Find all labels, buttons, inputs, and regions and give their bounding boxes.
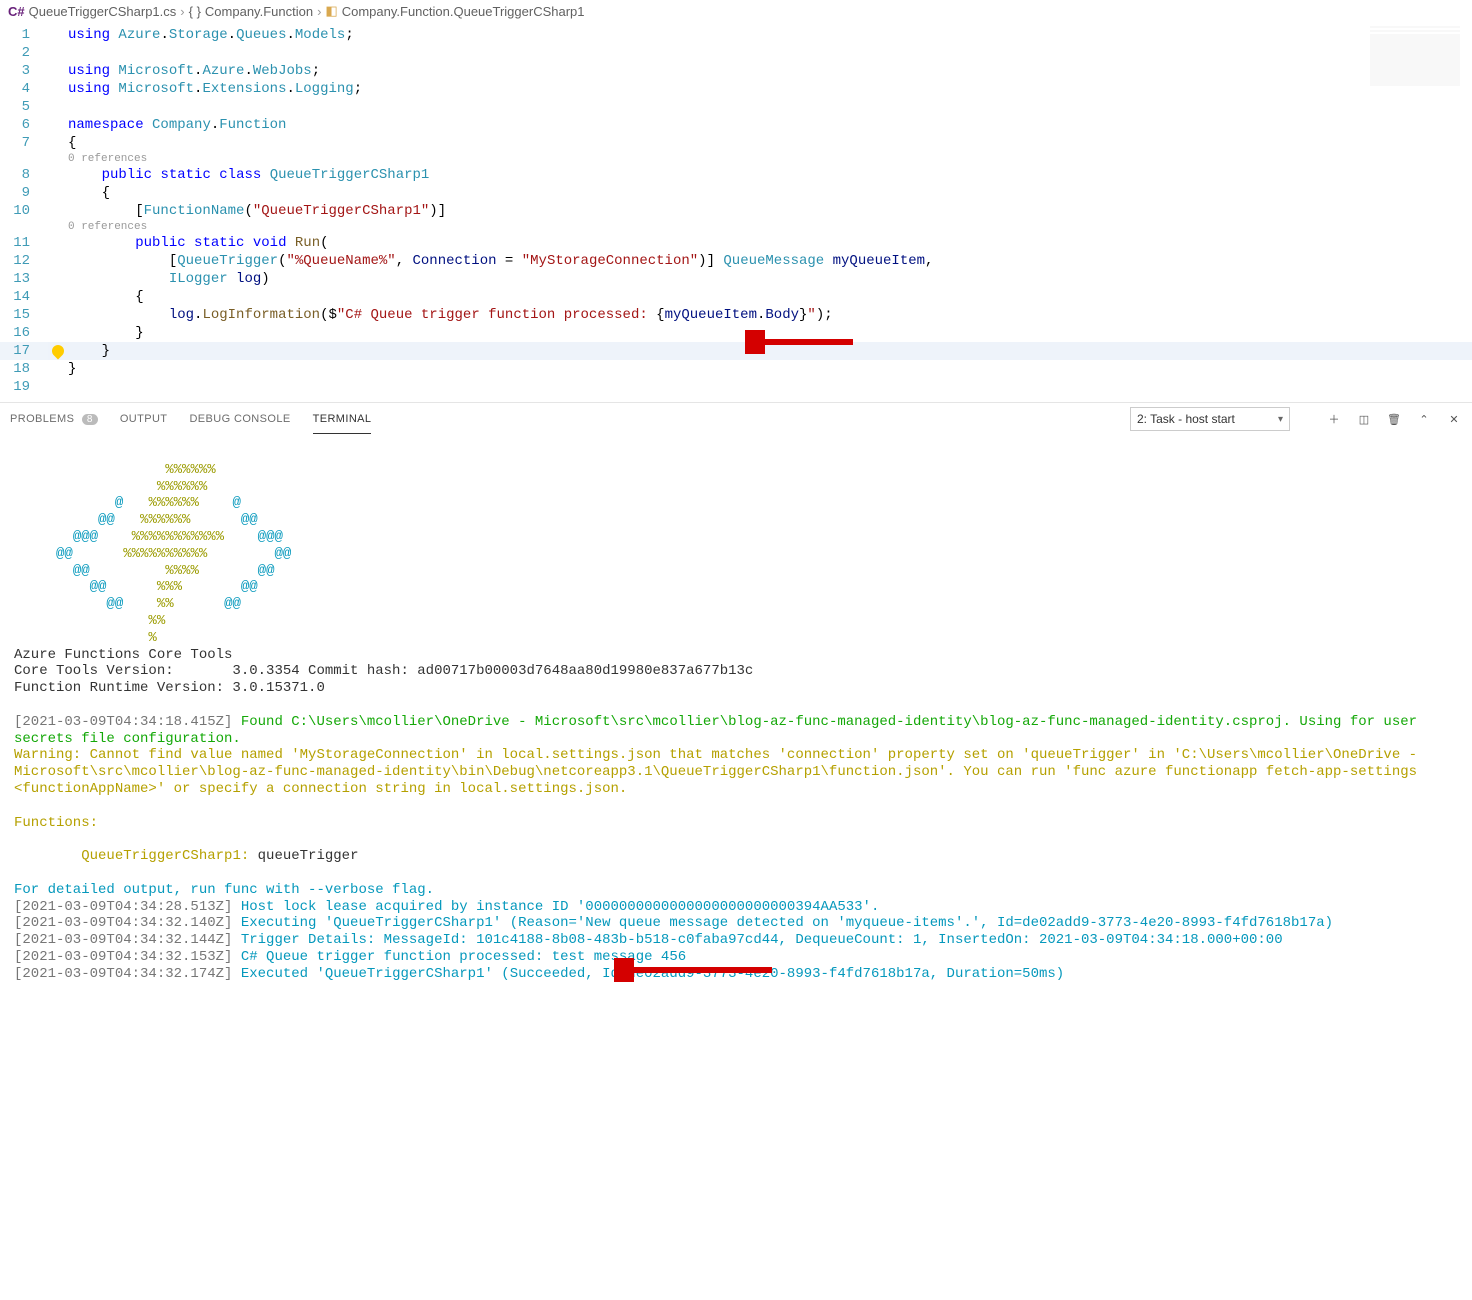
ascii-logo: %%%%%% %%%%%% @ %%%%%% @ @@ %%%%%% @@ @@… (14, 445, 1458, 647)
breadcrumb-namespace[interactable]: { } Company.Function (189, 4, 313, 19)
tab-terminal[interactable]: TERMINAL (313, 405, 372, 434)
code-line[interactable]: { (68, 134, 1472, 152)
chevron-right-icon: › (180, 4, 184, 19)
chevron-down-icon: ▾ (1278, 414, 1283, 425)
panel-tab-bar: PROBLEMS 8 OUTPUT DEBUG CONSOLE TERMINAL… (0, 402, 1472, 435)
class-icon: ◧ (325, 3, 337, 19)
code-line[interactable]: [QueueTrigger("%QueueName%", Connection … (68, 252, 1472, 270)
maximize-panel-icon[interactable]: ⌃ (1416, 411, 1432, 427)
code-line[interactable]: } (68, 342, 1472, 360)
glyph-margin (48, 22, 68, 402)
kill-terminal-icon[interactable]: 🗑 (1386, 411, 1402, 427)
breadcrumb-namespace-label: Company.Function (205, 4, 313, 19)
code-line[interactable] (68, 44, 1472, 62)
code-line[interactable]: using Microsoft.Extensions.Logging; (68, 80, 1472, 98)
problems-count-badge: 8 (82, 414, 98, 425)
code-line[interactable] (68, 378, 1472, 396)
chevron-right-icon: › (317, 4, 321, 19)
breadcrumb-class-label: Company.Function.QueueTriggerCSharp1 (342, 4, 585, 19)
namespace-icon: { } (189, 4, 201, 19)
code-line[interactable]: } (68, 324, 1472, 342)
code-area[interactable]: using Azure.Storage.Queues.Models; using … (68, 22, 1472, 402)
code-line[interactable]: log.LogInformation($"C# Queue trigger fu… (68, 306, 1472, 324)
terminal-output[interactable]: %%%%%% %%%%%% @ %%%%%% @ @@ %%%%%% @@ @@… (0, 435, 1472, 1300)
code-line[interactable] (68, 98, 1472, 116)
lightbulb-icon[interactable] (50, 343, 67, 360)
codelens-references[interactable]: 0 references (68, 152, 1472, 166)
line-number-gutter: 12345678910111213141516171819 (0, 22, 48, 402)
tab-output[interactable]: OUTPUT (120, 405, 168, 433)
csharp-icon: C# (8, 4, 25, 19)
terminal-header: Azure Functions Core Tools Core Tools Ve… (14, 647, 1458, 983)
breadcrumb: C# QueueTriggerCSharp1.cs › { } Company.… (0, 0, 1472, 22)
code-line[interactable]: public static void Run( (68, 234, 1472, 252)
tab-problems-label: PROBLEMS (10, 413, 74, 425)
panel-actions: ＋ ◫ 🗑 ⌃ ✕ (1326, 411, 1462, 427)
code-editor[interactable]: 12345678910111213141516171819 using Azur… (0, 22, 1472, 402)
code-line[interactable]: } (68, 360, 1472, 378)
code-line[interactable]: using Microsoft.Azure.WebJobs; (68, 62, 1472, 80)
code-line[interactable]: [FunctionName("QueueTriggerCSharp1")] (68, 202, 1472, 220)
tab-problems[interactable]: PROBLEMS 8 (10, 405, 98, 433)
breadcrumb-file-label: QueueTriggerCSharp1.cs (29, 4, 177, 19)
terminal-selector-value: 2: Task - host start (1137, 412, 1235, 426)
code-line[interactable]: { (68, 184, 1472, 202)
minimap[interactable] (1370, 26, 1460, 86)
code-line[interactable]: ILogger log) (68, 270, 1472, 288)
breadcrumb-class[interactable]: ◧ Company.Function.QueueTriggerCSharp1 (325, 3, 584, 19)
breadcrumb-file[interactable]: C# QueueTriggerCSharp1.cs (8, 4, 176, 19)
tab-debug-console[interactable]: DEBUG CONSOLE (189, 405, 290, 433)
code-line[interactable]: namespace Company.Function (68, 116, 1472, 134)
split-terminal-icon[interactable]: ◫ (1356, 411, 1372, 427)
codelens-references[interactable]: 0 references (68, 220, 1472, 234)
code-line[interactable]: public static class QueueTriggerCSharp1 (68, 166, 1472, 184)
new-terminal-icon[interactable]: ＋ (1326, 411, 1342, 427)
code-line[interactable]: using Azure.Storage.Queues.Models; (68, 26, 1472, 44)
code-line[interactable]: { (68, 288, 1472, 306)
terminal-selector[interactable]: 2: Task - host start ▾ (1130, 407, 1290, 431)
close-panel-icon[interactable]: ✕ (1446, 411, 1462, 427)
